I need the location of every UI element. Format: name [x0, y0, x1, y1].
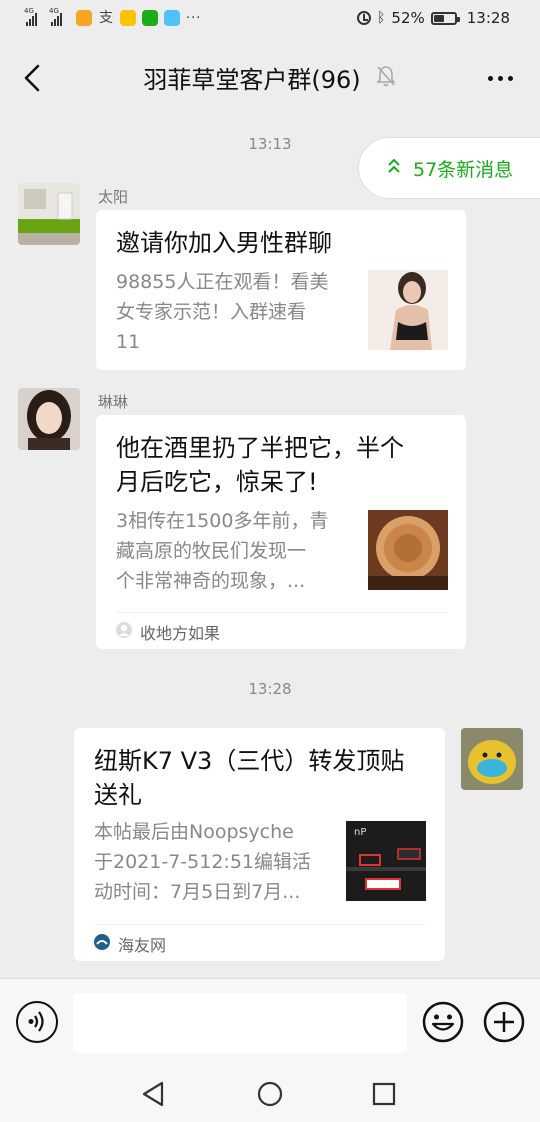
alipay-icon: 支	[99, 10, 113, 26]
bluetooth-icon: ᛒ	[377, 10, 386, 26]
link-card[interactable]: 邀请你加入男性群聊 98855人正在观看！看美 女专家示范！入群速看 11	[96, 210, 466, 370]
status-bar: 4G 4G 支 ··· ᛒ 52% 13:28	[0, 0, 540, 40]
signal-icon: 4G	[49, 7, 62, 26]
card-desc: 3相传在1500多年前，青 藏高原的牧民们发现一 个非常神奇的现象，...	[116, 506, 328, 596]
card-title: 他在酒里扔了半把它，半个 月后吃它，惊呆了!	[116, 431, 446, 499]
network-type-label: 4G	[49, 7, 59, 15]
card-source: 海友网	[94, 932, 166, 956]
status-right: ᛒ 52% 13:28	[357, 9, 510, 27]
card-title-line: 月后吃它，惊呆了!	[116, 468, 318, 496]
thumbnail-text: nP	[354, 827, 366, 838]
battery-fill	[433, 14, 444, 22]
nav-recents-square-icon[interactable]	[368, 1078, 400, 1110]
link-card[interactable]: 他在酒里扔了半把它，半个 月后吃它，惊呆了! 3相传在1500多年前，青 藏高原…	[96, 415, 466, 649]
card-title-line: 纽斯K7 V3（三代）转发顶贴	[94, 747, 405, 775]
card-title: 纽斯K7 V3（三代）转发顶贴 送礼	[94, 744, 425, 812]
more-dots-icon[interactable]	[480, 64, 520, 92]
signal-icon: 4G	[24, 7, 37, 26]
card-desc-line: 女专家示范！入群速看	[116, 301, 307, 323]
notification-app-icon	[120, 10, 136, 26]
alarm-icon	[357, 11, 372, 25]
card-desc-line: 98855人正在观看！看美	[116, 271, 329, 293]
battery-percent: 52%	[391, 9, 425, 27]
card-title: 邀请你加入男性群聊	[116, 229, 332, 257]
face-app-icon	[164, 10, 180, 26]
link-card[interactable]: 纽斯K7 V3（三代）转发顶贴 送礼 本帖最后由Noopsyche 于2021-…	[74, 728, 445, 961]
card-desc-line: 3相传在1500多年前，青	[116, 510, 329, 532]
avatar[interactable]	[18, 183, 80, 245]
card-desc: 98855人正在观看！看美 女专家示范！入群速看 11	[116, 267, 328, 357]
card-thumbnail	[368, 270, 448, 350]
card-source-label: 海友网	[118, 936, 167, 955]
message-input[interactable]	[73, 993, 407, 1053]
new-messages-label: 57条新消息	[413, 158, 514, 181]
system-nav-bar	[0, 1064, 540, 1122]
status-left: 4G 4G 支 ···	[24, 7, 202, 26]
avatar[interactable]	[461, 728, 523, 790]
card-desc: 本帖最后由Noopsyche 于2021-7-512:51编辑活 动时间：7月5…	[94, 817, 311, 907]
shield-app-icon	[142, 10, 158, 26]
timestamp: 13:28	[248, 680, 292, 698]
more-notifications-icon: ···	[186, 10, 202, 26]
card-desc-line: 于2021-7-512:51编辑活	[94, 851, 311, 873]
notification-app-icon	[76, 10, 92, 26]
title-bar: 羽菲草堂客户群(96)	[0, 40, 540, 116]
battery-icon	[430, 11, 460, 25]
card-desc-line: 11	[116, 331, 141, 353]
card-source-label: 收地方如果	[140, 624, 221, 643]
card-title-line: 他在酒里扔了半把它，半个	[116, 434, 404, 462]
haiyou-logo-icon	[94, 934, 110, 954]
page-title: 羽菲草堂客户群(96)	[143, 66, 361, 94]
back-arrow-icon[interactable]	[14, 60, 50, 96]
emoji-icon[interactable]	[422, 1001, 464, 1043]
new-messages-button[interactable]: 57条新消息	[358, 137, 540, 199]
clock: 13:28	[466, 9, 510, 27]
user-icon	[116, 622, 132, 642]
plus-circle-icon[interactable]	[483, 1001, 525, 1043]
sender-name: 琳琳	[98, 393, 129, 411]
card-divider	[116, 612, 446, 613]
card-desc-line: 本帖最后由Noopsyche	[94, 821, 294, 843]
nav-home-circle-icon[interactable]	[254, 1078, 286, 1110]
card-desc-line: 动时间：7月5日到7月...	[94, 881, 301, 903]
avatar[interactable]	[18, 388, 80, 450]
card-source: 收地方如果	[116, 620, 220, 644]
card-thumbnail	[368, 510, 448, 590]
card-title-line: 送礼	[94, 781, 142, 809]
sender-name: 太阳	[98, 188, 129, 206]
card-thumbnail: nP	[346, 821, 426, 901]
card-desc-line: 个非常神奇的现象，...	[116, 570, 306, 592]
title-wrap: 羽菲草堂客户群(96)	[70, 60, 470, 95]
card-desc-line: 藏高原的牧民们发现一	[116, 540, 307, 562]
network-type-label: 4G	[24, 7, 34, 15]
double-chevron-up-icon	[387, 158, 401, 178]
chat-screen: 4G 4G 支 ··· ᛒ 52% 13:28 羽菲草堂客户群(96) 13:1…	[0, 0, 540, 1122]
input-bar	[0, 978, 540, 1064]
card-divider	[94, 924, 425, 925]
nav-back-triangle-icon[interactable]	[138, 1078, 170, 1110]
bell-muted-icon	[375, 64, 397, 92]
voice-icon[interactable]	[16, 1001, 58, 1043]
